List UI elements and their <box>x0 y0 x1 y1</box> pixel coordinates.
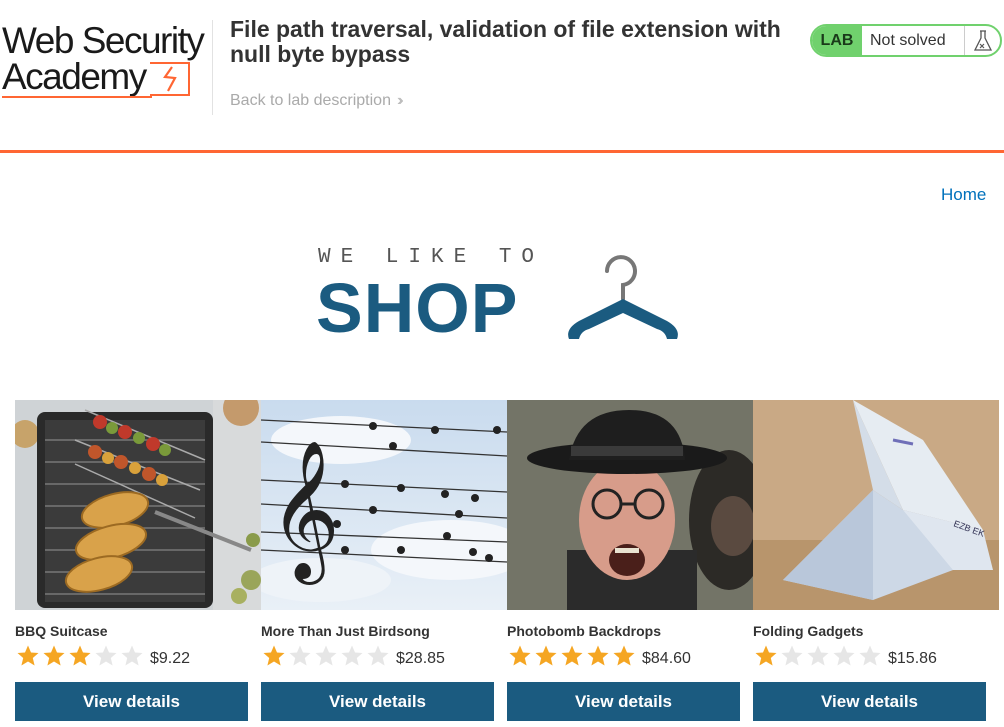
star-empty-icon <box>367 645 389 666</box>
view-details-button[interactable]: View details <box>15 682 248 721</box>
logo-text-line2: Academy <box>2 56 147 97</box>
product-card: EZB EK Folding Gadgets $15.86 View detai… <box>753 400 999 727</box>
double-chevron-right-icon: ›› <box>396 92 403 109</box>
product-name: Folding Gadgets <box>753 623 864 639</box>
star-empty-icon <box>781 645 803 666</box>
star-rating: $28.85 <box>261 643 445 669</box>
stars-container <box>507 644 637 668</box>
header-divider <box>212 20 213 115</box>
bbq-grill-image <box>15 400 261 610</box>
banner-headline: SHOP <box>316 269 519 347</box>
back-to-lab-description-link[interactable]: Back to lab description ›› <box>230 92 403 110</box>
product-name: More Than Just Birdsong <box>261 623 430 639</box>
coat-hanger-icon <box>568 255 678 339</box>
star-filled-icon <box>509 645 531 666</box>
star-filled-icon <box>613 645 635 666</box>
star-rating: $9.22 <box>15 643 190 669</box>
star-empty-icon <box>833 645 855 666</box>
star-filled-icon <box>69 645 91 666</box>
origami-bird-image: EZB EK <box>753 400 999 610</box>
lab-badge: LAB <box>812 26 862 55</box>
we-like-to-shop-banner: WE LIKE TO SHOP <box>316 245 696 355</box>
lab-status-widget: LAB Not solved <box>810 24 1002 57</box>
home-link[interactable]: Home <box>941 185 986 205</box>
product-price: $84.60 <box>642 650 691 667</box>
star-filled-icon <box>535 645 557 666</box>
star-empty-icon <box>121 645 143 666</box>
product-name: Photobomb Backdrops <box>507 623 662 639</box>
star-filled-icon <box>17 645 39 666</box>
star-filled-icon <box>43 645 65 666</box>
photobomb-portrait-image <box>507 400 753 610</box>
product-card: 𝄞 More Than Just Birdsong $28.85 View de… <box>261 400 507 727</box>
product-card: Photobomb Backdrops $84.60 View details <box>507 400 753 727</box>
lightning-bolt-icon <box>163 66 177 92</box>
web-security-academy-logo[interactable]: Web Security Academy <box>2 20 212 102</box>
flask-icon <box>964 26 1000 55</box>
stars-container <box>753 644 883 668</box>
star-empty-icon <box>315 645 337 666</box>
lab-title: File path traversal, validation of file … <box>230 16 781 67</box>
star-empty-icon <box>807 645 829 666</box>
product-price: $15.86 <box>888 650 937 667</box>
svg-text:𝄞: 𝄞 <box>269 440 340 585</box>
banner-tagline: WE LIKE TO <box>318 246 545 269</box>
birds-on-wires-image: 𝄞 <box>261 400 507 610</box>
star-empty-icon <box>859 645 881 666</box>
star-filled-icon <box>755 645 777 666</box>
product-card: BBQ Suitcase $9.22 View details <box>15 400 261 727</box>
product-name: BBQ Suitcase <box>15 623 108 639</box>
star-rating: $84.60 <box>507 643 691 669</box>
star-filled-icon <box>587 645 609 666</box>
star-empty-icon <box>95 645 117 666</box>
star-filled-icon <box>263 645 285 666</box>
back-link-label: Back to lab description <box>230 92 391 109</box>
star-empty-icon <box>341 645 363 666</box>
view-details-button[interactable]: View details <box>753 682 986 721</box>
lab-status-text: Not solved <box>870 31 946 49</box>
product-price: $28.85 <box>396 650 445 667</box>
star-rating: $15.86 <box>753 643 937 669</box>
logo-text-line1: Web Security <box>2 20 205 61</box>
star-empty-icon <box>289 645 311 666</box>
stars-container <box>261 644 391 668</box>
view-details-button[interactable]: View details <box>261 682 494 721</box>
logo-underline <box>2 96 152 98</box>
product-price: $9.22 <box>150 650 191 667</box>
star-filled-icon <box>561 645 583 666</box>
view-details-button[interactable]: View details <box>507 682 740 721</box>
stars-container <box>15 644 145 668</box>
academy-header: Web Security Academy File path traversal… <box>0 0 1004 153</box>
